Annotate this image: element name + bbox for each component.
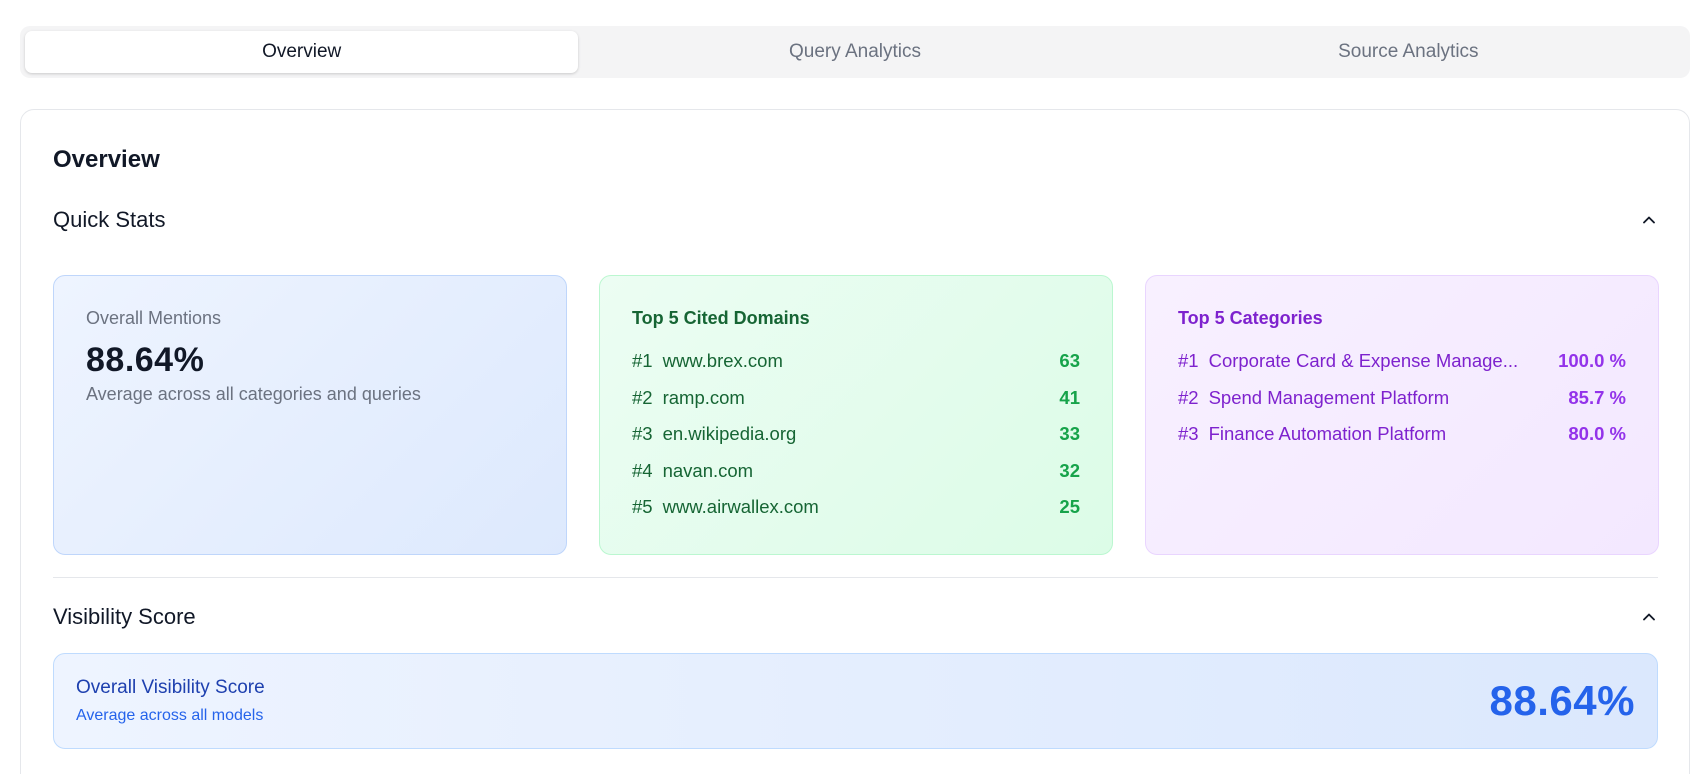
overall-visibility-box: Overall Visibility Score Average across … [53,653,1658,749]
overall-mentions-label: Overall Mentions [86,308,222,328]
domain-count: 33 [1059,423,1080,445]
domain-row: #3 en.wikipedia.org 33 [632,416,1080,453]
domain-count: 32 [1059,459,1080,481]
category-rank: #3 [1178,423,1199,445]
quick-stats-title: Quick Stats [53,207,166,232]
domain-name: www.brex.com [662,350,783,372]
chevron-up-icon[interactable] [1640,608,1658,626]
domain-rank: #4 [632,459,653,481]
domain-row: #1 www.brex.com 63 [632,343,1080,380]
tab-bar: Overview Query Analytics Source Analytic… [20,26,1690,78]
category-row: #1 Corporate Card & Expense Manage... 100… [1178,343,1626,380]
category-rank: #1 [1178,350,1199,372]
overall-visibility-text: Overall Visibility Score Average across … [76,677,265,725]
domain-rank: #5 [632,496,653,518]
domain-rank: #2 [632,386,653,408]
tab-query-analytics[interactable]: Query Analytics [578,31,1131,73]
top-domains-title: Top 5 Cited Domains [632,308,810,328]
overall-visibility-subtitle: Average across all models [76,707,264,724]
overall-mentions-box: Overall Mentions 88.64% Average across a… [53,275,567,555]
domain-rank: #1 [632,350,653,372]
overall-mentions-value: 88.64% [86,341,205,379]
section-divider [53,577,1658,578]
domain-name: ramp.com [662,386,745,408]
visibility-score-header[interactable]: Visibility Score [53,602,1658,632]
tab-source-analytics[interactable]: Source Analytics [1132,31,1685,73]
overall-visibility-title: Overall Visibility Score [76,677,265,698]
overall-visibility-value: 88.64% [1489,677,1635,724]
top-domains-box: Top 5 Cited Domains #1 www.brex.com 63 #2… [599,275,1113,555]
top-categories-list: #1 Corporate Card & Expense Manage... 100… [1178,343,1626,453]
domain-count: 25 [1059,496,1080,518]
top-categories-title: Top 5 Categories [1178,308,1323,328]
category-percent: 80.0 % [1568,423,1626,445]
category-name: Finance Automation Platform [1208,423,1447,445]
category-row: #2 Spend Management Platform 85.7 % [1178,380,1626,417]
category-percent: 85.7 % [1568,386,1626,408]
overall-mentions-subtitle: Average across all categories and querie… [86,384,421,404]
domain-name: en.wikipedia.org [662,423,797,445]
domain-name: navan.com [662,459,754,481]
overview-card: Overview Quick Stats Overall Mentions 88… [20,109,1690,774]
quick-stats-header[interactable]: Quick Stats [53,205,1658,235]
visibility-score-title: Visibility Score [53,604,196,629]
top-categories-box: Top 5 Categories #1 Corporate Card & Expe… [1145,275,1659,555]
domain-name: www.airwallex.com [662,496,819,518]
category-name: Corporate Card & Expense Manage... [1208,350,1519,372]
domain-row: #4 navan.com 32 [632,453,1080,490]
domain-row: #5 www.airwallex.com 25 [632,489,1080,526]
category-row: #3 Finance Automation Platform 80.0 % [1178,416,1626,453]
domain-count: 63 [1059,350,1080,372]
page-title: Overview [53,146,160,173]
category-percent: 100.0 % [1558,350,1626,372]
domain-rank: #3 [632,423,653,445]
tab-overview[interactable]: Overview [25,31,579,73]
top-domains-list: #1 www.brex.com 63 #2 ramp.com 41 #3 en.wik… [632,343,1080,526]
category-name: Spend Management Platform [1208,386,1450,408]
category-rank: #2 [1178,386,1199,408]
domain-count: 41 [1059,386,1080,408]
chevron-up-icon[interactable] [1640,211,1658,229]
domain-row: #2 ramp.com 41 [632,380,1080,417]
